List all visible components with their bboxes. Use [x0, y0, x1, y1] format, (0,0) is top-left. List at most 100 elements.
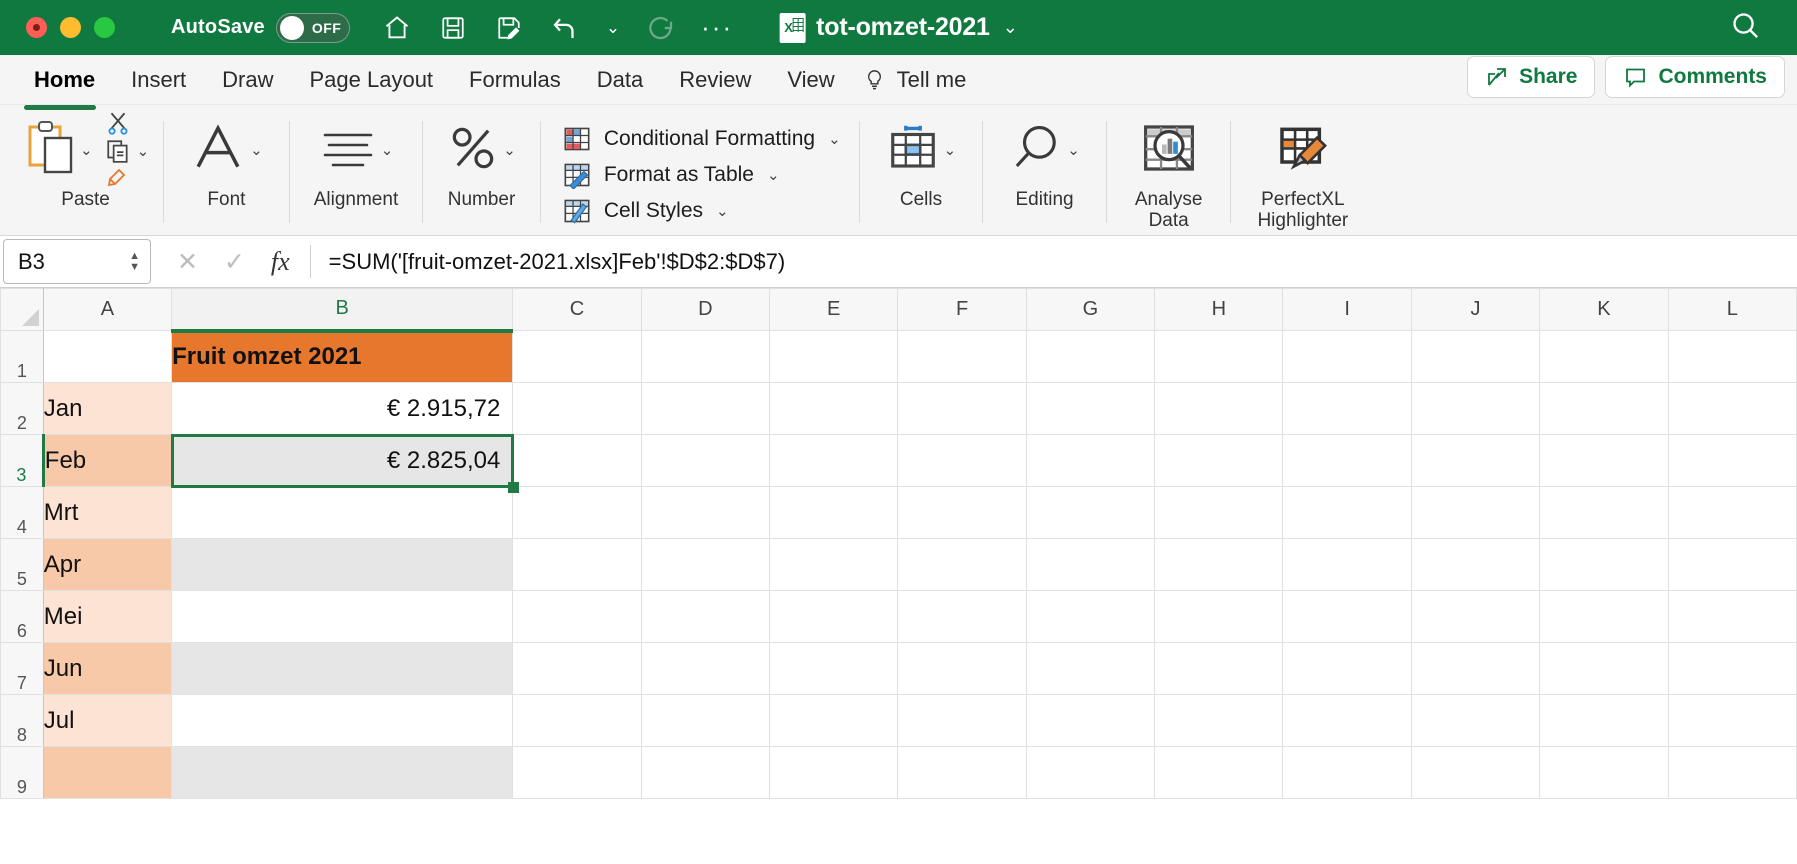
column-header-l[interactable]: L — [1667, 288, 1797, 331]
cell-l2[interactable] — [1667, 382, 1797, 435]
cell-f2[interactable] — [897, 382, 1027, 435]
cell-g3[interactable] — [1025, 434, 1156, 487]
cell-k3[interactable] — [1539, 434, 1669, 487]
paste-dropdown-icon[interactable]: ⌄ — [80, 141, 93, 159]
analyse-data-icon[interactable] — [1140, 120, 1198, 181]
cell-l3[interactable] — [1667, 434, 1797, 487]
cell-d1[interactable] — [640, 330, 771, 383]
cell-d8[interactable] — [640, 694, 771, 747]
cell-h4[interactable] — [1154, 486, 1284, 539]
perfectxl-highlighter-icon[interactable] — [1274, 120, 1332, 181]
cell-j3[interactable] — [1410, 434, 1541, 487]
minimize-window-button[interactable] — [60, 17, 81, 38]
row-header-2[interactable]: 2 — [0, 382, 44, 435]
cell-c2[interactable] — [512, 382, 642, 435]
selection-fill-handle[interactable] — [507, 481, 519, 493]
column-header-h[interactable]: H — [1154, 288, 1284, 331]
cell-a6[interactable]: Mei — [42, 590, 173, 643]
cell-d2[interactable] — [640, 382, 771, 435]
more-icon[interactable]: ··· — [701, 12, 732, 43]
cell-d3[interactable] — [640, 434, 771, 487]
tab-review[interactable]: Review — [661, 67, 769, 104]
cell-f7[interactable] — [897, 642, 1027, 695]
cell-e2[interactable] — [769, 382, 899, 435]
cell-c8[interactable] — [512, 694, 642, 747]
insert-function-icon[interactable]: fx — [271, 247, 290, 277]
cell-d5[interactable] — [640, 538, 771, 591]
cell-i7[interactable] — [1282, 642, 1412, 695]
column-header-k[interactable]: K — [1539, 288, 1669, 331]
share-button[interactable]: Share — [1467, 56, 1596, 98]
cell-k2[interactable] — [1539, 382, 1669, 435]
editing-icon[interactable] — [1009, 121, 1063, 180]
cell-k4[interactable] — [1539, 486, 1669, 539]
cell-k7[interactable] — [1539, 642, 1669, 695]
font-icon[interactable] — [190, 120, 246, 181]
cell-k1[interactable] — [1539, 330, 1669, 383]
alignment-icon[interactable] — [319, 124, 377, 177]
number-dropdown-icon[interactable]: ⌄ — [503, 141, 516, 159]
search-icon[interactable] — [1730, 10, 1761, 46]
cell-styles-button[interactable]: Cell Styles ⌄ — [563, 197, 841, 225]
cell-h3[interactable] — [1154, 434, 1284, 487]
cell-d6[interactable] — [640, 590, 771, 643]
cell-j7[interactable] — [1410, 642, 1541, 695]
cell-i1[interactable] — [1282, 330, 1412, 383]
cell-a4[interactable]: Mrt — [42, 486, 173, 539]
row-header-8[interactable]: 8 — [0, 694, 44, 747]
tab-page-layout[interactable]: Page Layout — [292, 67, 452, 104]
format-as-table-button[interactable]: Format as Table ⌄ — [563, 161, 841, 189]
cell-e1[interactable] — [769, 330, 899, 383]
column-header-f[interactable]: F — [897, 288, 1027, 331]
close-window-button[interactable] — [26, 17, 47, 38]
cell-e6[interactable] — [769, 590, 899, 643]
column-header-d[interactable]: D — [640, 288, 771, 331]
formula-input[interactable]: =SUM('[fruit-omzet-2021.xlsx]Feb'!$D$2:$… — [311, 236, 1797, 287]
document-title[interactable]: X tot-omzet-2021 ⌄ — [779, 12, 1018, 43]
cell-b6[interactable] — [171, 590, 514, 643]
font-dropdown-icon[interactable]: ⌄ — [250, 141, 263, 159]
cell-l9[interactable] — [1667, 746, 1797, 799]
cancel-formula-icon[interactable]: ✕ — [177, 247, 198, 277]
cell-j9[interactable] — [1410, 746, 1541, 799]
tab-view[interactable]: View — [769, 67, 852, 104]
cell-i6[interactable] — [1282, 590, 1412, 643]
cell-j6[interactable] — [1410, 590, 1541, 643]
undo-dropdown-icon[interactable]: ⌄ — [606, 18, 620, 38]
column-header-g[interactable]: G — [1025, 288, 1156, 331]
cells-icon[interactable] — [886, 121, 940, 180]
autosave-toggle[interactable]: OFF — [275, 12, 350, 43]
format-as-table-dropdown-icon[interactable]: ⌄ — [767, 166, 780, 184]
cell-h1[interactable] — [1154, 330, 1284, 383]
cell-k5[interactable] — [1539, 538, 1669, 591]
cell-i5[interactable] — [1282, 538, 1412, 591]
row-header-7[interactable]: 7 — [0, 642, 44, 695]
cell-g8[interactable] — [1025, 694, 1156, 747]
cell-b7[interactable] — [171, 642, 514, 695]
maximize-window-button[interactable] — [94, 17, 115, 38]
cell-f6[interactable] — [897, 590, 1027, 643]
cell-c3[interactable] — [512, 434, 642, 487]
cell-h2[interactable] — [1154, 382, 1284, 435]
cell-g2[interactable] — [1025, 382, 1156, 435]
cell-b2[interactable]: € 2.915,72 — [171, 382, 514, 435]
cell-e7[interactable] — [769, 642, 899, 695]
conditional-formatting-button[interactable]: Conditional Formatting ⌄ — [563, 125, 841, 153]
cell-c4[interactable] — [512, 486, 642, 539]
cell-k9[interactable] — [1539, 746, 1669, 799]
cell-a3[interactable]: Feb — [42, 434, 173, 487]
cell-i3[interactable] — [1282, 434, 1412, 487]
save-icon[interactable] — [438, 13, 468, 43]
row-header-3[interactable]: 3 — [0, 434, 45, 487]
cell-b8[interactable] — [171, 694, 514, 747]
cell-j8[interactable] — [1410, 694, 1541, 747]
cell-j5[interactable] — [1410, 538, 1541, 591]
row-header-1[interactable]: 1 — [0, 330, 44, 383]
cells-dropdown-icon[interactable]: ⌄ — [944, 141, 957, 159]
tell-me-button[interactable]: Tell me — [853, 67, 985, 104]
row-header-9[interactable]: 9 — [0, 746, 44, 799]
cell-d9[interactable] — [640, 746, 771, 799]
cell-d7[interactable] — [640, 642, 771, 695]
tab-formulas[interactable]: Formulas — [451, 67, 579, 104]
cell-f4[interactable] — [897, 486, 1027, 539]
